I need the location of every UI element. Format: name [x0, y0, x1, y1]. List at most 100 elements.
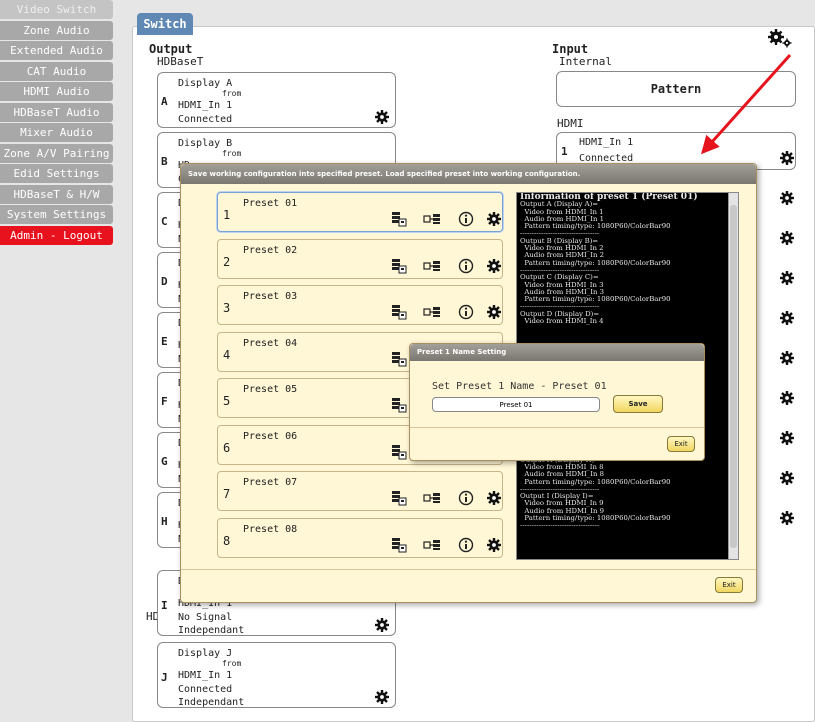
preset-number: 3 [223, 301, 231, 315]
info-icon[interactable] [458, 304, 474, 320]
save-preset-icon[interactable] [391, 258, 407, 274]
display-settings-gear-icon[interactable] [374, 689, 390, 705]
preset-name-gear-icon[interactable] [486, 537, 502, 553]
display-line4: No Signal [178, 612, 233, 623]
input-settings-gear-icon[interactable] [779, 230, 795, 246]
sidebar-item-hdmi-audio[interactable]: HDMI Audio [0, 82, 113, 101]
preset-number: 7 [223, 487, 231, 501]
display-line2: from [222, 89, 242, 98]
display-letter: I [161, 599, 168, 612]
input-title: Input [552, 42, 589, 56]
preset-name: Preset 06 [243, 430, 298, 442]
preset-number: 2 [223, 254, 231, 269]
load-preset-icon[interactable] [423, 537, 441, 553]
preset-row-2[interactable]: 2 Preset 02 [217, 238, 503, 279]
preset-name-dialog-title: Preset 1 Name Setting [410, 344, 704, 361]
info-icon[interactable] [458, 490, 474, 506]
sidebar-item-zone-a-v-pairing[interactable]: Zone A/V Pairing [0, 143, 113, 163]
input-settings-gear-icon[interactable] [779, 310, 795, 326]
info-icon[interactable] [458, 258, 474, 274]
preset-info-line: ---------------------------------- [520, 521, 600, 530]
input-settings-gear-icon[interactable] [779, 150, 795, 166]
preset-name-gear-icon[interactable] [486, 490, 502, 506]
sidebar-item-system-settings[interactable]: System Settings [0, 205, 113, 224]
output-title: Output [149, 42, 193, 56]
save-preset-icon[interactable] [391, 537, 407, 553]
sidebar-item-admin-logout[interactable]: Admin - Logout [0, 225, 113, 245]
display-letter: B [161, 155, 168, 168]
preset-name: Preset 07 [243, 477, 298, 488]
sidebar-item-mixer-audio[interactable]: Mixer Audio [0, 123, 113, 142]
input-settings-gear-icon[interactable] [779, 270, 795, 286]
input-group-hdmi: HDMI [557, 117, 584, 130]
preset-number: 6 [223, 440, 231, 455]
preset-row-3[interactable]: 3 Preset 03 [217, 285, 503, 325]
info-icon[interactable] [458, 537, 474, 553]
save-preset-icon[interactable] [391, 211, 407, 227]
display-line5: Independant [178, 625, 245, 636]
preset-row-8[interactable]: 8 Preset 08 [217, 517, 503, 558]
display-settings-gear-icon[interactable] [374, 617, 390, 633]
preset-number: 1 [223, 208, 231, 222]
settings-gears-icon[interactable] [767, 28, 793, 48]
display-letter: H [161, 515, 168, 528]
preset-name-prompt: Set Preset 1 Name - Preset 01 [432, 381, 607, 392]
preset-row-1[interactable]: 1 Preset 01 [217, 192, 503, 232]
sidebar: Video Switch Zone Audio Extended Audio CAT … [0, 0, 115, 246]
save-preset-icon[interactable] [391, 397, 407, 413]
output-group-hdbaset: HDBaseT [157, 55, 204, 68]
output-display-j[interactable]: J Display Jfrom HDMI_In 1 Connected Independ… [157, 642, 396, 708]
load-preset-icon[interactable] [423, 304, 441, 320]
pattern-input[interactable]: Pattern [556, 71, 796, 107]
info-icon[interactable] [458, 211, 474, 227]
input-settings-gear-icon[interactable] [779, 390, 795, 406]
save-preset-icon[interactable] [391, 351, 407, 367]
display-letter: J [161, 671, 168, 684]
input-settings-gear-icon[interactable] [779, 510, 795, 526]
input-settings-gear-icon[interactable] [779, 190, 795, 206]
preset-name: Preset 04 [243, 337, 298, 349]
load-preset-icon[interactable] [423, 490, 441, 506]
save-button[interactable]: Save [613, 395, 663, 413]
preset-row-7[interactable]: 7 Preset 07 [217, 471, 503, 511]
display-line2: from [222, 659, 242, 668]
sidebar-item-hdbaset-h-w[interactable]: HDBaseT & H/W [0, 184, 113, 204]
save-preset-icon[interactable] [391, 490, 407, 506]
input-number: 1 [561, 145, 568, 158]
preset-number: 8 [223, 533, 231, 548]
display-letter: C [161, 215, 168, 228]
name-exit-button[interactable]: Exit [667, 436, 695, 452]
tab-switch[interactable]: Switch [137, 13, 193, 35]
sidebar-item-hdbaset-audio[interactable]: HDBaseT Audio [0, 102, 113, 122]
display-line2: from [222, 149, 242, 158]
save-preset-icon[interactable] [391, 444, 407, 460]
sidebar-item-edid-settings[interactable]: Edid Settings [0, 164, 113, 183]
display-settings-gear-icon[interactable] [374, 109, 390, 125]
load-preset-icon[interactable] [423, 211, 441, 227]
save-preset-icon[interactable] [391, 304, 407, 320]
display-line4: Connected [178, 684, 233, 695]
sidebar-item-extended-audio[interactable]: Extended Audio [0, 41, 113, 60]
preset-name-gear-icon[interactable] [486, 258, 502, 274]
sidebar-item-video-switch[interactable]: Video Switch [0, 0, 113, 19]
output-display-a[interactable]: A Display Afrom HDMI_In 1 Connected [157, 72, 396, 128]
sidebar-item-zone-audio[interactable]: Zone Audio [0, 20, 113, 40]
input-group-internal: Internal [559, 55, 612, 68]
display-line4: Connected [178, 114, 233, 125]
preset-name-gear-icon[interactable] [486, 304, 502, 320]
preset-name-input[interactable] [432, 397, 600, 412]
preset-exit-button[interactable]: Exit [715, 577, 743, 593]
sidebar-item-cat-audio[interactable]: CAT Audio [0, 61, 113, 81]
input-settings-gear-icon[interactable] [779, 350, 795, 366]
info-scrollbar[interactable] [728, 193, 738, 559]
input-settings-gear-icon[interactable] [779, 470, 795, 486]
input-settings-gear-icon[interactable] [779, 430, 795, 446]
preset-name: Preset 02 [243, 244, 298, 256]
preset-name: Preset 05 [243, 384, 298, 395]
preset-dialog-title: Save working configuration into specifie… [181, 164, 756, 184]
preset-name-dialog: Preset 1 Name Setting Set Preset 1 Name … [409, 343, 705, 461]
display-line5: Independant [178, 697, 245, 708]
display-letter: D [161, 275, 168, 288]
load-preset-icon[interactable] [423, 258, 441, 274]
preset-name-gear-icon[interactable] [486, 211, 502, 227]
